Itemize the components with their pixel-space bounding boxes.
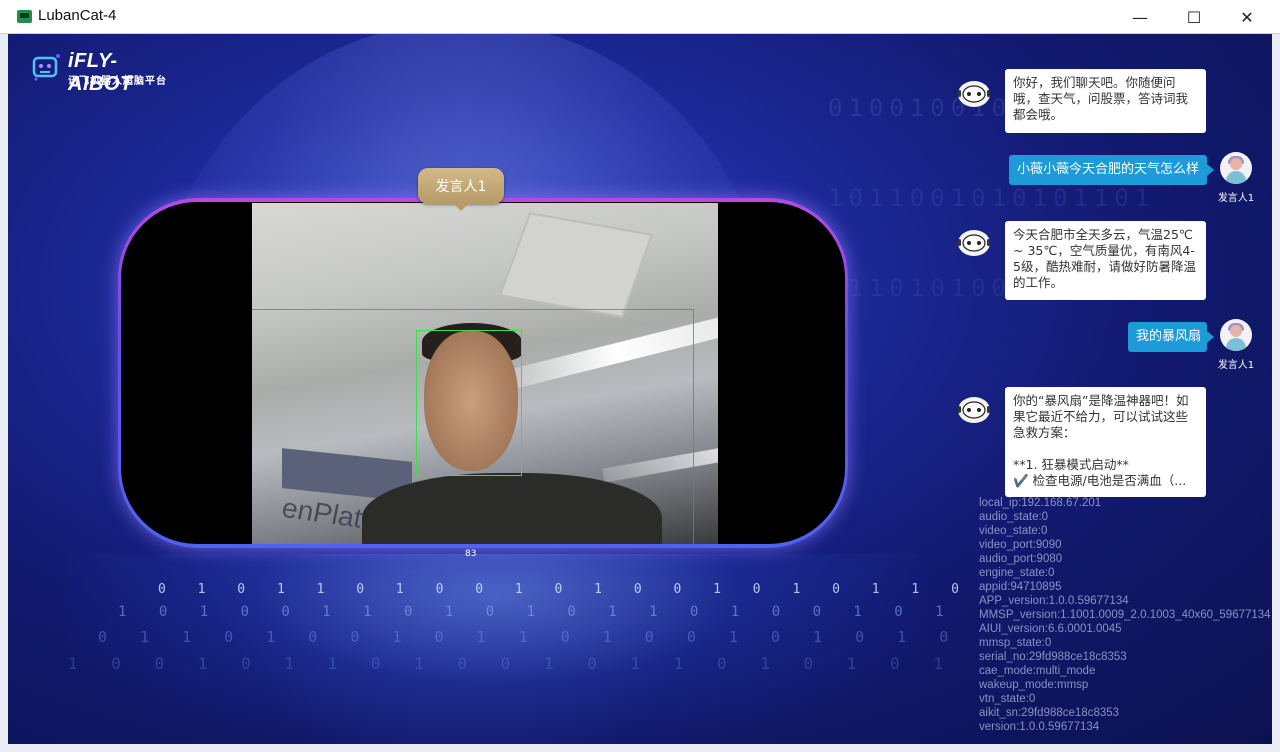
robot-avatar-icon: [958, 230, 990, 256]
status-line: mmsp_state:0: [979, 637, 1052, 649]
ceiling-vent: [498, 212, 654, 318]
status-line: vtn_state:0: [979, 693, 1036, 705]
desktop-edge-left: [0, 34, 8, 752]
robot-message: 今天合肥市全天多云，气温25℃ ~ 35℃，空气质量优，有南风4-5级，酷热难耐…: [1005, 221, 1206, 300]
device-status-panel: local_ip:192.168.67.201 audio_state:0vide…: [979, 496, 1271, 734]
status-line: audio_port:9080: [979, 553, 1063, 565]
speaker-tag: 发言人1: [418, 168, 504, 211]
app-icon: [17, 10, 32, 23]
desktop-edge-bottom: [0, 744, 1280, 752]
binary-floor-row: 1 0 0 1 0 1 1 0 1 0 0 1 0 1 1 0 1 0 1 0 …: [68, 654, 955, 673]
iflyaibot-logo: iFLY-AIBOT 讯飞机器人超脑平台: [32, 50, 182, 95]
status-line: version:1.0.0.59677134: [979, 721, 1100, 733]
window-title: LubanCat-4: [38, 7, 117, 24]
robot-message: 你好，我们聊天吧。你随便问哦，查天气，问股票，答诗词我都会哦。: [1005, 69, 1206, 133]
user-label: 发言人1: [1217, 360, 1255, 371]
window-titlebar: LubanCat-4 — ☐ ✕: [0, 0, 1280, 34]
status-line: AIUI_version:6.6.0001.0045: [979, 623, 1122, 635]
status-line: local_ip:192.168.67.201: [979, 497, 1102, 509]
status-line: aikit_sn:29fd988ce18c8353: [979, 707, 1120, 719]
maximize-button[interactable]: ☐: [1167, 0, 1221, 34]
binary-floor-row: 1 0 1 0 0 1 1 0 1 0 1 0 1 1 0 1 0 0 1 0 …: [118, 604, 956, 620]
robot-avatar-icon: [958, 81, 990, 107]
status-line: APP_version:1.0.0.59677134: [979, 595, 1129, 607]
user-label: 发言人1: [1217, 193, 1255, 204]
user-avatar: [1220, 152, 1252, 184]
binary-backdrop: 1011001010101101: [828, 184, 1156, 212]
status-line: video_port:9090: [979, 539, 1062, 551]
logo-subtitle: 讯飞机器人超脑平台: [68, 76, 167, 87]
status-line: audio_state:0: [979, 511, 1049, 523]
face-score: 83: [465, 549, 477, 559]
minimize-button[interactable]: —: [1113, 0, 1167, 34]
robot-avatar-icon: [958, 397, 990, 423]
status-line: MMSP_version:1.1001.0009_2.0.1003_40x60_…: [979, 609, 1271, 621]
camera-feed: enPlatfo: [252, 203, 718, 544]
status-line: appid:94710895: [979, 581, 1062, 593]
status-line: cae_mode:multi_mode: [979, 665, 1096, 677]
status-line: engine_state:0: [979, 567, 1055, 579]
robot-logo-icon: [32, 54, 60, 81]
robot-message: 你的“暴风扇”是降温神器吧！如果它最近不给力，可以试试这些急救方案： **1. …: [1005, 387, 1206, 497]
user-avatar: [1220, 319, 1252, 351]
status-line: serial_no:29fd988ce18c8353: [979, 651, 1127, 663]
face-detection-box: [416, 330, 522, 476]
user-message: 小薇小薇今天合肥的天气怎么样: [1009, 155, 1214, 185]
status-line: wakeup_mode:mmsp: [979, 679, 1089, 691]
desktop-edge-right: [1272, 34, 1280, 752]
app-canvas: 0100100101010010 1011001010101101 011010…: [8, 34, 1272, 744]
binary-floor-row: 0 1 0 1 1 0 1 0 0 1 0 1 0 0 1 0 1 0 1 1 …: [158, 582, 971, 597]
user-message: 我的暴风扇: [1128, 322, 1214, 352]
close-button[interactable]: ✕: [1220, 0, 1274, 34]
status-line: video_state:0: [979, 525, 1048, 537]
binary-floor-row: 0 1 1 0 1 0 0 1 0 1 1 0 1 0 0 1 0 1 0 1 …: [98, 628, 961, 646]
